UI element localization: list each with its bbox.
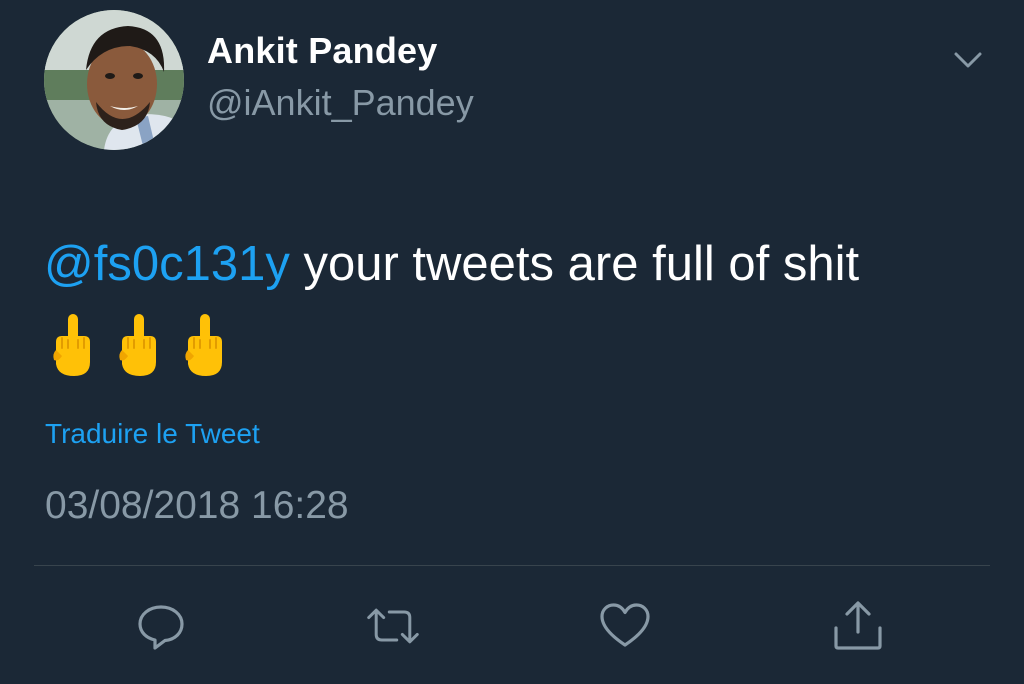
chevron-down-icon xyxy=(954,52,982,68)
share-button[interactable] xyxy=(830,598,886,654)
translate-tweet-link[interactable]: Traduire le Tweet xyxy=(45,418,260,450)
author-display-name[interactable]: Ankit Pandey xyxy=(207,30,437,72)
avatar[interactable] xyxy=(44,10,184,150)
author-handle[interactable]: @iAnkit_Pandey xyxy=(207,82,474,124)
tweet-text: @fs0c131y your tweets are full of shit xyxy=(44,234,984,294)
tweet-detail: Ankit Pandey @iAnkit_Pandey @fs0c131y yo… xyxy=(0,0,1024,684)
retweet-icon xyxy=(367,608,419,644)
reply-button[interactable] xyxy=(133,598,189,654)
heart-icon xyxy=(600,603,650,647)
tweet-timestamp: 03/08/2018 16:28 xyxy=(45,484,349,527)
avatar-image xyxy=(44,10,184,150)
emoji-row xyxy=(50,312,228,382)
tweet-body-text: your tweets are full of shit xyxy=(289,237,860,291)
like-button[interactable] xyxy=(597,598,653,654)
tweet-menu-button[interactable] xyxy=(948,44,988,76)
retweet-button[interactable] xyxy=(365,598,421,654)
share-icon xyxy=(834,601,882,650)
reply-icon xyxy=(138,605,184,650)
divider xyxy=(34,565,990,566)
middle-finger-emoji-icon xyxy=(116,312,162,378)
middle-finger-emoji-icon xyxy=(182,312,228,378)
middle-finger-emoji-icon xyxy=(50,312,96,378)
mention-link[interactable]: @fs0c131y xyxy=(44,237,290,291)
